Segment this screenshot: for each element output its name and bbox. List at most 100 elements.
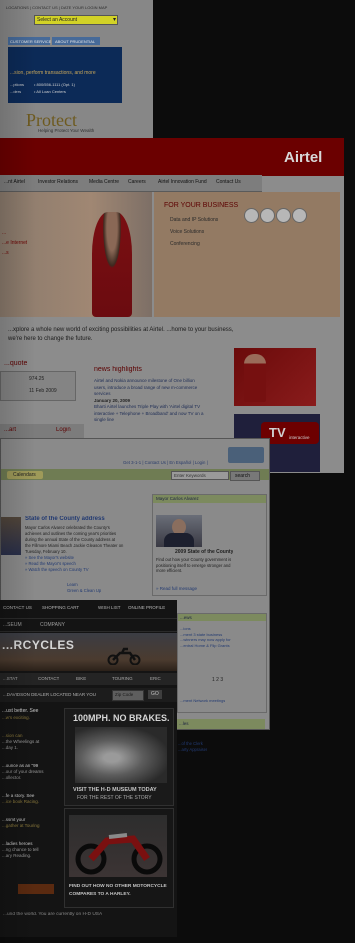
woman-figure	[92, 212, 132, 317]
news-list: Airtel and Nokia announce milestone of O…	[94, 378, 226, 424]
left-item[interactable]: ...s	[2, 250, 9, 256]
nav-item[interactable]: ...nt Airtel	[4, 179, 25, 185]
account-select[interactable]: Select an Account ▾	[34, 15, 118, 25]
article-headline[interactable]: State of the County address	[25, 516, 105, 522]
left-item[interactable]: ...	[2, 230, 6, 236]
nav-item[interactable]: Airtel Innovation Fund	[158, 179, 207, 185]
zip-placeholder: Zip Code	[115, 692, 134, 697]
login-button[interactable]: Login	[56, 427, 71, 433]
banner-row-link[interactable]: • 800/556-1111 (Opt. 1)	[34, 82, 75, 87]
zip-input[interactable]: Zip Code	[112, 690, 144, 701]
hd-left-block[interactable]: ...fe a story. See ...ice book Racing.	[2, 793, 60, 805]
pager-page[interactable]: 3	[220, 677, 223, 683]
hd-left-block[interactable]: ...ladies heroes ...ng chance to tell ..…	[2, 841, 60, 859]
go-button[interactable]: GO	[148, 690, 162, 699]
business-item[interactable]: Voice Solutions	[170, 229, 204, 235]
banner-text: ...sion, perform transactions, and more	[10, 70, 96, 76]
calendars-button[interactable]: Calendars	[7, 471, 43, 479]
hd-left-block[interactable]: ...ounce as an "99 ...our of your dreams…	[2, 763, 60, 781]
news-line[interactable]: ...entral Home & Flip Grants	[180, 643, 231, 649]
hd-nav: ...SEUM COMPANY	[0, 618, 177, 632]
meetings-link[interactable]: ...ment Network meetings	[180, 698, 225, 703]
hd-menu: ...STAT CONTACT BIKE TOURING ERIC	[0, 673, 177, 685]
hd-left-block[interactable]: ...ust better. See ...w's exciting.	[2, 708, 60, 721]
left-item[interactable]: ...e Internet	[2, 240, 27, 246]
hd-menu-item[interactable]: ...STAT	[3, 676, 18, 681]
pager-page[interactable]: 2	[216, 677, 219, 683]
quote-title: ...quote	[4, 360, 28, 367]
banner-row-label: ...ders	[10, 89, 22, 94]
nav-item[interactable]: Investor Relations	[38, 179, 78, 185]
hd-menu-item[interactable]: TOURING	[112, 676, 133, 681]
news-line[interactable]: ...winners may now apply for	[180, 637, 231, 643]
quote-date: 11 Feb 2009	[29, 388, 57, 394]
business-title: FOR YOUR BUSINESS	[164, 202, 239, 209]
start-label: ...art	[4, 427, 17, 433]
news-line[interactable]: single line	[94, 417, 226, 424]
hd-menu-item[interactable]: ERIC	[150, 676, 161, 681]
hd-toplink[interactable]: SHOPPING CART	[42, 605, 79, 610]
hd-left-column: ...ust better. See ...w's exciting. ...s…	[2, 708, 60, 859]
promo-image[interactable]	[234, 348, 316, 406]
calendars-label: Calendars	[13, 472, 36, 478]
hd-footer: ...und the world. You are currently on H…	[3, 912, 103, 917]
county-bottom-box: ...les	[177, 719, 265, 729]
hd-toplink[interactable]: CONTACT US	[3, 605, 32, 610]
read-full-message-link[interactable]: » Read full message	[156, 586, 197, 591]
nav-item[interactable]: Media Centre	[89, 179, 119, 185]
county-news: ...ews ...ions ...ment 3 state business …	[177, 613, 267, 713]
protect-subtitle: Helping Protect Your Wealth	[38, 128, 95, 133]
nav-item[interactable]: Contact Us	[216, 179, 241, 185]
hd-menu-item[interactable]: BIKE	[76, 676, 86, 681]
news-header: ...ews	[178, 614, 266, 621]
bottom-link[interactable]: ...arty Appraiser	[178, 747, 207, 753]
mayor-suit	[164, 533, 194, 547]
mayor-photo-small	[1, 517, 21, 555]
hero-title: ...RCYCLES	[2, 638, 75, 652]
museum-promo[interactable]: 100MPH. NO BRAKES. VISIT THE H-D MUSEUM …	[64, 708, 174, 806]
search-placeholder: Enter Keywords	[174, 473, 206, 478]
hd-left-line: ...ary Reading.	[2, 853, 32, 858]
museum-caption: VISIT THE H-D MUSEUM TODAY	[73, 787, 157, 793]
search-button[interactable]: search	[230, 471, 260, 481]
bank-toplinks[interactable]: LOCATIONS | CONTACT US | DATE YOUR LOGIN…	[6, 5, 156, 10]
pager: 1 2 3	[212, 677, 223, 683]
pager-page[interactable]: 1	[212, 677, 215, 683]
airtel-logo[interactable]: Airtel	[284, 149, 322, 166]
search-input[interactable]: Enter Keywords	[171, 471, 229, 480]
small-link[interactable]: Green & Clean Up	[67, 588, 101, 594]
banner-row-label: ...ptions	[10, 82, 25, 87]
nav-item[interactable]: Careers	[128, 179, 146, 185]
business-item[interactable]: Data and IP Solutions	[170, 217, 218, 223]
motorcycle-icon	[75, 833, 163, 875]
hd-toplink[interactable]: ONLINE PROFILE	[128, 605, 165, 610]
county-bottom-links: ...of the Clerk ...arty Appraiser	[178, 741, 207, 753]
article-body: Mayor Carlos Alvarez celebrated the Coun…	[25, 525, 145, 573]
hd-left-line: ...gather at Touring	[2, 823, 40, 828]
hd-nav-item[interactable]: ...SEUM	[3, 622, 22, 628]
hd-left-block[interactable]: ...sion can ...the Wheelings at ...day 1…	[2, 733, 60, 751]
sidebar-line: Find out how your County government is	[156, 557, 232, 562]
hd-left-line: ...day 1.	[2, 745, 19, 750]
business-item[interactable]: Conferencing	[170, 241, 200, 247]
hd-left-block[interactable]: ...ssmt your ...gather at Touring	[2, 817, 60, 829]
sidebar-text: Find out how your County government is p…	[156, 557, 231, 574]
tab-about[interactable]: ABOUT PRUDENTIAL	[52, 37, 100, 45]
business-panel: FOR YOUR BUSINESS Data and IP Solutions …	[154, 192, 340, 317]
hd-menu-item[interactable]: CONTACT	[38, 676, 59, 681]
dealer-bar: ...DAVIDSON DEALER LOCATED NEAR YOU Zip …	[0, 688, 177, 702]
hd-toplink[interactable]: WISH LIST	[98, 605, 121, 610]
county-toplinks[interactable]: Get 3-1-1 | Contact Us | En Español | Lo…	[123, 460, 208, 465]
airtel-navbar: ...nt Airtel Investor Relations Media Ce…	[0, 175, 262, 192]
tab-label: CUSTOMER SERVICE	[10, 39, 52, 44]
hd-nav-item[interactable]: COMPANY	[40, 622, 65, 628]
start-bar: ...art Login	[0, 424, 84, 438]
news-title: ...ews	[180, 615, 192, 620]
banner-row-link[interactable]: • All Loan Centers	[34, 89, 66, 94]
article-link[interactable]: » Watch the speech on County TV	[25, 567, 145, 573]
hero-image: ... ...e Internet ...s	[0, 192, 152, 317]
tab-customer-service[interactable]: CUSTOMER SERVICE	[8, 37, 52, 45]
hd-small-button[interactable]	[18, 884, 54, 894]
chevron-down-icon: ▾	[112, 17, 116, 23]
moto-promo[interactable]: FIND OUT HOW NO OTHER MOTORCYCLE COMPARE…	[64, 808, 174, 908]
